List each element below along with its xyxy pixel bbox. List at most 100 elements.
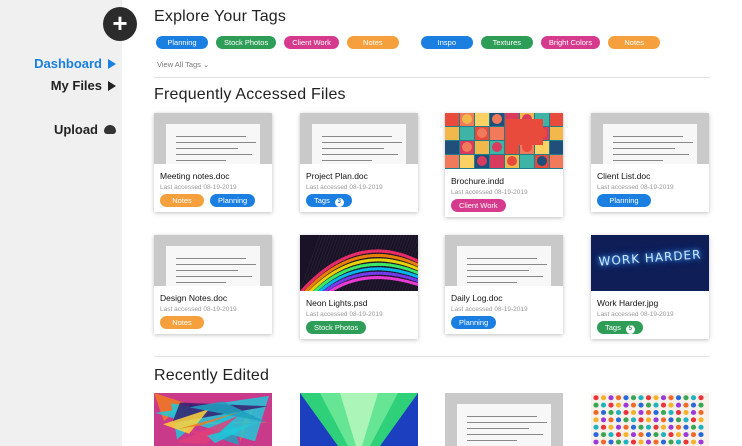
tag-count-badge: 5 [625, 325, 635, 334]
file-name: Project Plan.doc [306, 171, 368, 181]
file-thumbnail [300, 113, 418, 164]
tag-pill[interactable]: Planning [210, 194, 256, 207]
file-tags: Stock Photos [306, 321, 418, 334]
file-card[interactable]: WORK HARDER Work Harder.jpg Last accessed … [591, 235, 709, 339]
file-thumbnail [445, 235, 563, 286]
tag-list: Planning Stock Photos Client Work Notes Insp… [156, 36, 668, 49]
tag-pill[interactable]: Planning [597, 194, 651, 207]
tags-section-title: Explore Your Tags [154, 8, 287, 25]
chevron-down-icon: ⌄ [203, 60, 210, 69]
play-triangle-icon [108, 58, 116, 69]
tag-pill[interactable]: Stock Photos [216, 36, 277, 49]
file-card[interactable]: Brochure.indd Last accessed 08-19-2019 Cli… [445, 113, 563, 217]
file-tags: Tags 5 [597, 321, 709, 334]
file-name: Client List.doc [597, 171, 651, 181]
file-name: Design Notes.doc [160, 293, 228, 303]
last-accessed: Last accessed 08-19-2019 [160, 184, 237, 191]
tag-label: Notes [624, 38, 644, 47]
last-accessed: Last accessed 08-19-2019 [306, 311, 383, 318]
tag-pill[interactable]: Client Work [451, 199, 506, 212]
tag-label: Planning [609, 196, 639, 205]
tag-label: Notes [172, 318, 192, 327]
file-tags: Client Work [451, 199, 563, 212]
cloud-upload-icon [104, 125, 116, 134]
last-accessed: Last accessed 08-19-2019 [451, 189, 528, 196]
file-thumbnail [154, 113, 272, 164]
last-accessed: Last accessed 08-19-2019 [597, 311, 674, 318]
file-thumbnail [445, 113, 563, 169]
file-thumbnail [300, 235, 418, 291]
divider [154, 77, 710, 78]
tag-label: Client Work [459, 201, 498, 210]
tag-label: Textures [492, 38, 521, 47]
tag-label: Tags [314, 196, 330, 205]
sidebar-item-label: My Files [50, 78, 102, 93]
tag-label: Notes [363, 38, 383, 47]
sidebar-item-label: Dashboard [34, 56, 102, 71]
sidebar-item-upload[interactable]: Upload [54, 122, 116, 137]
tag-label: Tags [605, 323, 621, 332]
file-name: Brochure.indd [451, 176, 504, 186]
tag-pill[interactable]: Notes [160, 194, 204, 207]
last-accessed: Last accessed 08-19-2019 [306, 184, 383, 191]
frequent-section-title: Frequently Accessed Files [154, 86, 346, 103]
last-accessed: Last accessed 08-19-2019 [451, 306, 528, 313]
main-content: Explore Your Tags Planning Stock Photos Cl… [122, 0, 742, 446]
last-accessed: Last accessed 08-19-2019 [160, 306, 237, 313]
file-card[interactable]: Project Plan.doc Last accessed 08-19-2019… [300, 113, 418, 212]
file-card[interactable]: Design Notes.doc Last accessed 08-19-2019… [154, 235, 272, 334]
tag-count-badge: 3 [334, 198, 344, 207]
tag-pill[interactable]: Bright Colors [540, 36, 601, 49]
recent-file-thumbnail[interactable] [445, 393, 563, 446]
file-tags: Planning [597, 194, 709, 207]
view-all-tags-link[interactable]: View All Tags ⌄ [157, 60, 209, 69]
tag-pill[interactable]: Planning [451, 316, 497, 329]
sidebar: Dashboard My Files Upload [0, 0, 122, 446]
divider [154, 356, 710, 357]
sidebar-item-label: Upload [53, 122, 98, 137]
file-card[interactable]: Client List.doc Last accessed 08-19-2019 P… [591, 113, 709, 212]
tag-label: Stock Photos [224, 38, 269, 47]
file-tags: Planning [451, 316, 563, 329]
sidebar-item-dashboard[interactable]: Dashboard [34, 56, 116, 71]
file-card[interactable]: Neon Lights.psd Last accessed 08-19-2019 S… [300, 235, 418, 339]
recent-file-thumbnail[interactable] [300, 393, 418, 446]
view-all-tags-label: View All Tags [157, 60, 201, 69]
tag-label: Planning [218, 196, 248, 205]
file-thumbnail [591, 113, 709, 164]
tag-pill[interactable]: Planning [156, 36, 208, 49]
tag-label: Client Work [292, 38, 331, 47]
recent-file-thumbnail[interactable] [154, 393, 272, 446]
tag-label: Planning [167, 38, 197, 47]
tag-pill[interactable]: Notes [608, 36, 661, 49]
tag-label: Inspo [437, 38, 456, 47]
recent-section-title: Recently Edited [154, 367, 270, 384]
tag-label: Notes [172, 196, 192, 205]
tag-label: Planning [459, 318, 489, 327]
file-card[interactable]: Daily Log.doc Last accessed 08-19-2019 Pla… [445, 235, 563, 334]
tag-pill[interactable]: Textures [480, 36, 533, 49]
file-thumbnail [154, 235, 272, 286]
file-tags: Notes Planning [160, 194, 272, 207]
tag-pill[interactable]: Client Work [284, 36, 339, 49]
file-thumbnail: WORK HARDER [591, 235, 709, 291]
tag-pill[interactable]: Notes [346, 36, 399, 49]
tag-pill[interactable]: Tags 5 [597, 321, 643, 334]
file-name: Work Harder.jpg [597, 298, 659, 308]
file-name: Meeting notes.doc [160, 171, 230, 181]
tag-pill[interactable]: Tags 3 [306, 194, 352, 207]
file-tags: Notes [160, 316, 272, 329]
file-name: Daily Log.doc [451, 293, 503, 303]
file-card[interactable]: Meeting notes.doc Last accessed 08-19-201… [154, 113, 272, 212]
recent-file-thumbnail[interactable] [591, 393, 709, 446]
sidebar-item-my-files[interactable]: My Files [51, 78, 116, 93]
tag-pill[interactable]: Inspo [420, 36, 473, 49]
tag-label: Bright Colors [548, 38, 593, 47]
play-triangle-icon [108, 80, 116, 91]
tag-pill[interactable]: Stock Photos [306, 321, 367, 334]
file-tags: Tags 3 [306, 194, 418, 207]
tag-pill[interactable]: Notes [160, 316, 204, 329]
last-accessed: Last accessed 08-19-2019 [597, 184, 674, 191]
file-name: Neon Lights.psd [306, 298, 368, 308]
tag-label: Stock Photos [314, 323, 359, 332]
